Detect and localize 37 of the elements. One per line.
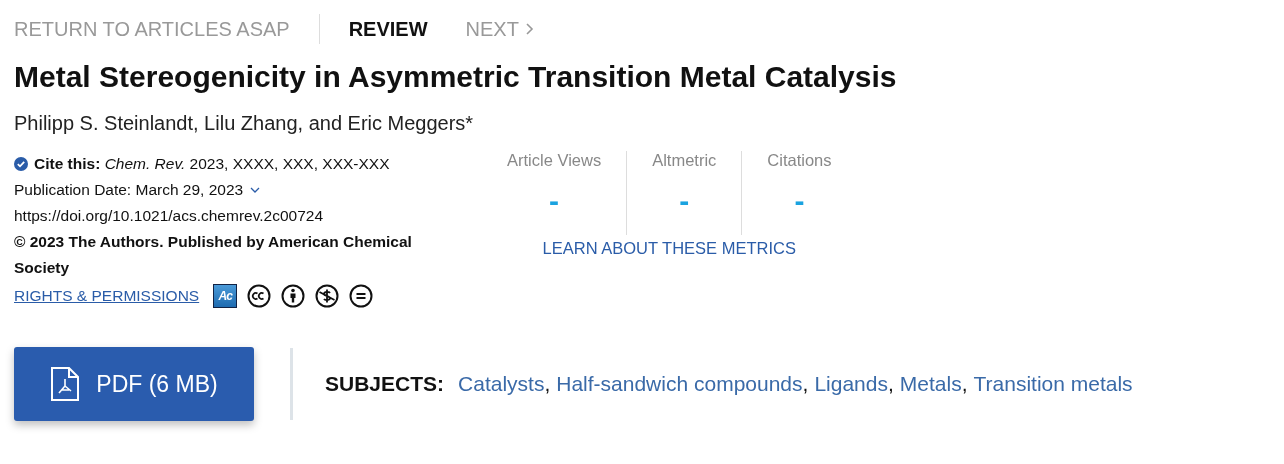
pdf-button[interactable]: PDF (6 MB) — [14, 347, 254, 421]
author-list: Philipp S. Steinlandt, Lilu Zhang, and Eric Meggers* — [14, 112, 1270, 135]
chevron-down-icon[interactable] — [249, 186, 262, 194]
article-title: Metal Stereogenicity in Asymmetric Transition Metal Catalysis — [14, 59, 898, 95]
return-link[interactable]: RETURN TO ARTICLES ASAP — [14, 17, 290, 41]
metrics-link[interactable]: LEARN ABOUT THESE METRICS — [542, 239, 796, 258]
check-icon — [14, 157, 28, 171]
doi-link[interactable]: https://doi.org/10.1021/acs.chemrev.2c00724 — [14, 203, 474, 229]
metric-label: Article Views — [507, 151, 602, 170]
rights-link[interactable]: RIGHTS & PERMISSIONS — [14, 287, 200, 305]
equals-icon — [349, 284, 374, 308]
subject-link[interactable]: Metals — [899, 372, 962, 395]
pdf-file-icon — [50, 366, 81, 402]
person-icon — [281, 284, 306, 308]
metric-value: - — [549, 184, 560, 218]
metric-value: - — [794, 184, 805, 218]
separator: , — [544, 372, 551, 395]
access-badge: Ac — [213, 284, 238, 308]
separator: , — [802, 372, 809, 395]
subject-link[interactable]: Transition metals — [973, 372, 1133, 395]
no-dollar-icon — [315, 284, 340, 308]
subjects-label: SUBJECTS: — [325, 372, 445, 396]
publication-date: Publication Date: March 29, 2023 — [14, 181, 244, 199]
separator: , — [961, 372, 968, 395]
subject-link[interactable]: Ligands — [814, 372, 888, 395]
article-type: REVIEW — [348, 17, 428, 41]
copyright: © 2023 The Authors. Published by American Chemical Society — [14, 232, 413, 278]
citation: Cite this: Chem. Rev. 2023, XXXX, XXX, XXX-XXX — [34, 155, 390, 173]
subject-link[interactable]: Half-sandwich compounds — [556, 372, 803, 395]
metric-label: Citations — [767, 151, 832, 170]
subject-link[interactable]: Catalysts — [458, 372, 545, 395]
chevron-icon — [524, 22, 535, 36]
separator: , — [887, 372, 894, 395]
cc-icon — [247, 284, 272, 308]
metric-label: Altmetric — [652, 151, 717, 170]
metric-value: - — [679, 184, 690, 218]
next-link[interactable]: NEXT — [465, 17, 535, 41]
